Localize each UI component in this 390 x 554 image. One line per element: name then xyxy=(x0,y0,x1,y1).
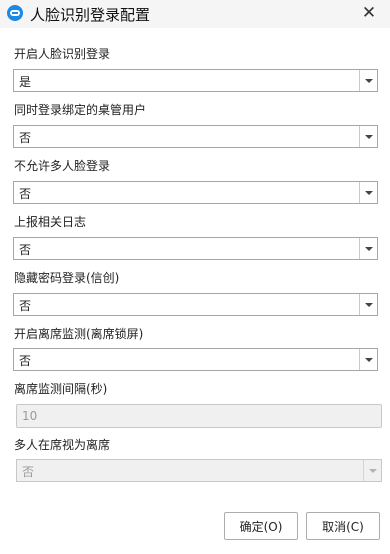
hide-password-login-label: 隐藏密码登录(信创) xyxy=(14,271,120,285)
away-monitor-label: 开启离席监测(离席锁屏) xyxy=(14,327,144,341)
away-interval-value: 10 xyxy=(22,409,38,423)
close-button[interactable]: ✕ xyxy=(358,2,380,24)
multi-person-away-select: 否 xyxy=(16,459,382,482)
multi-person-away-value: 否 xyxy=(22,465,35,479)
multi-face-value: 否 xyxy=(19,187,32,201)
chevron-down-icon[interactable] xyxy=(359,126,377,147)
away-interval-input: 10 xyxy=(16,404,382,428)
multi-face-label: 不允许多人脸登录 xyxy=(14,159,111,173)
close-icon: ✕ xyxy=(361,3,377,23)
multi-person-away-label: 多人在席视为离席 xyxy=(14,438,111,452)
bind-desktop-user-select[interactable]: 否 xyxy=(13,125,378,148)
face-login-select[interactable]: 是 xyxy=(13,69,378,92)
face-login-label: 开启人脸识别登录 xyxy=(14,47,111,61)
window-title: 人脸识别登录配置 xyxy=(30,6,151,24)
away-monitor-value: 否 xyxy=(19,354,32,368)
chevron-down-icon[interactable] xyxy=(359,70,377,91)
away-monitor-select[interactable]: 否 xyxy=(13,348,378,371)
cancel-button[interactable]: 取消(C) xyxy=(306,512,380,540)
report-log-label: 上报相关日志 xyxy=(14,215,87,229)
chevron-down-icon xyxy=(363,460,381,481)
ok-button[interactable]: 确定(O) xyxy=(224,512,298,540)
hide-password-login-select[interactable]: 否 xyxy=(13,293,378,316)
chevron-down-icon[interactable] xyxy=(359,294,377,315)
report-log-value: 否 xyxy=(19,243,32,257)
away-interval-label: 离席监测间隔(秒) xyxy=(14,382,108,396)
bind-desktop-user-value: 否 xyxy=(19,131,32,145)
hide-password-login-value: 否 xyxy=(19,299,32,313)
multi-face-select[interactable]: 否 xyxy=(13,181,378,204)
chevron-down-icon[interactable] xyxy=(359,349,377,370)
face-login-value: 是 xyxy=(19,75,32,89)
chevron-down-icon[interactable] xyxy=(359,182,377,203)
app-logo-icon xyxy=(7,5,23,21)
title-bar: 人脸识别登录配置 ✕ xyxy=(0,0,390,28)
report-log-select[interactable]: 否 xyxy=(13,237,378,260)
bind-desktop-user-label: 同时登录绑定的桌管用户 xyxy=(14,103,147,117)
chevron-down-icon[interactable] xyxy=(359,238,377,259)
